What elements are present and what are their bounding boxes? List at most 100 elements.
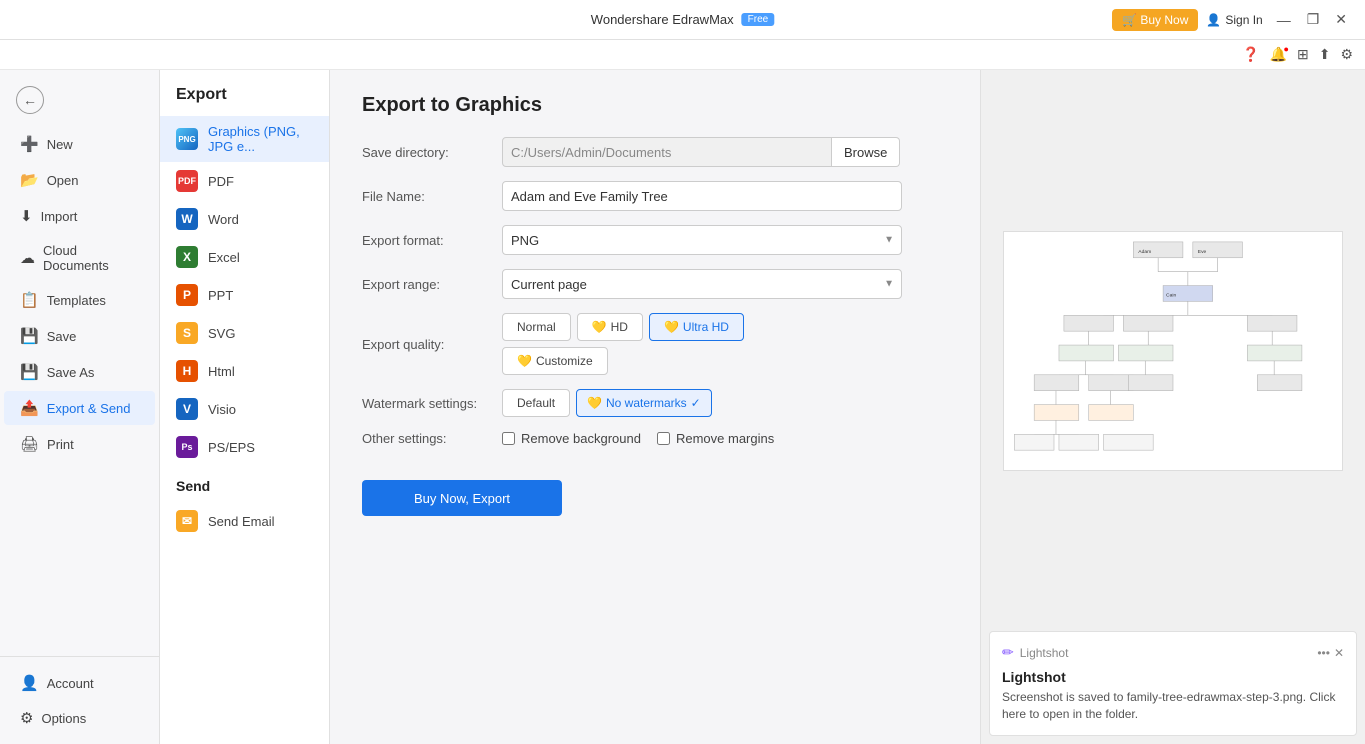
export-button[interactable]: Buy Now, Export bbox=[362, 480, 562, 516]
sidebar-item-cloud[interactable]: ☁ Cloud Documents bbox=[4, 235, 155, 281]
sidebar-item-label-import: Import bbox=[41, 209, 78, 224]
sidebar-item-label-account: Account bbox=[47, 676, 94, 691]
grid-icon[interactable]: ⊞ bbox=[1297, 46, 1309, 63]
sidebar-item-save[interactable]: 💾 Save bbox=[4, 319, 155, 353]
sidebar-item-new[interactable]: ➕ New bbox=[4, 127, 155, 161]
main-content: Export to Graphics Save directory: Brows… bbox=[330, 70, 980, 744]
save-directory-field: Browse bbox=[502, 137, 942, 167]
lightshot-more-button[interactable]: ••• bbox=[1317, 646, 1330, 660]
no-watermarks-label: No watermarks bbox=[606, 396, 687, 410]
sidebar-bottom: 👤 Account ⚙ Options bbox=[0, 656, 159, 736]
sidebar-item-export[interactable]: 📤 Export & Send bbox=[4, 391, 155, 425]
sidebar-item-account[interactable]: 👤 Account bbox=[4, 666, 155, 700]
sidebar-item-save-as[interactable]: 💾 Save As bbox=[4, 355, 155, 389]
export-format-select[interactable]: PNG JPG BMP SVG TIFF bbox=[502, 225, 902, 255]
customize-button[interactable]: 💛 Customize bbox=[502, 347, 608, 375]
sidebar-item-options[interactable]: ⚙ Options bbox=[4, 701, 155, 735]
browse-button[interactable]: Browse bbox=[832, 137, 900, 167]
checkmark-icon: ✓ bbox=[691, 396, 701, 410]
watermark-default-button[interactable]: Default bbox=[502, 389, 570, 417]
notification-icon[interactable]: 🔔● bbox=[1270, 46, 1287, 63]
lightshot-heading: Lightshot bbox=[1002, 669, 1344, 685]
buy-now-button[interactable]: 🛒 Buy Now bbox=[1112, 9, 1198, 31]
export-item-ppt[interactable]: P PPT bbox=[160, 276, 329, 314]
svg-text:Eve: Eve bbox=[1198, 249, 1207, 255]
export-range-row: Export range: Current page All pages Sel… bbox=[362, 269, 948, 299]
quality-ultra-hd-button[interactable]: 💛 Ultra HD bbox=[649, 313, 744, 341]
svg-text:Cain: Cain bbox=[1166, 292, 1176, 298]
titlebar-right: 🛒 Buy Now 👤 Sign In — ❐ ✕ bbox=[1112, 9, 1353, 31]
lightshot-close-button[interactable]: ✕ bbox=[1334, 646, 1344, 660]
export-item-excel[interactable]: X Excel bbox=[160, 238, 329, 276]
ultra-hd-label: Ultra HD bbox=[683, 320, 729, 334]
save-directory-input[interactable] bbox=[502, 137, 832, 167]
export-item-html[interactable]: H Html bbox=[160, 352, 329, 390]
ppt-icon: P bbox=[176, 284, 198, 306]
normal-label: Normal bbox=[517, 320, 556, 334]
export-item-svg[interactable]: S SVG bbox=[160, 314, 329, 352]
export-item-label-visio: Visio bbox=[208, 402, 236, 417]
export-item-graphics[interactable]: PNG Graphics (PNG, JPG e... bbox=[160, 116, 329, 162]
lightshot-actions: ••• ✕ bbox=[1317, 646, 1344, 660]
export-quality-row: Export quality: Normal 💛 HD 💛 Ultra HD bbox=[362, 313, 948, 375]
export-item-email[interactable]: ✉ Send Email bbox=[160, 502, 329, 540]
export-item-label-svg: SVG bbox=[208, 326, 235, 341]
html-icon: H bbox=[176, 360, 198, 382]
export-sidebar: Export PNG Graphics (PNG, JPG e... PDF P… bbox=[160, 70, 330, 744]
lightshot-title-row: ✏ Lightshot bbox=[1002, 644, 1068, 661]
left-sidebar: ← ➕ New 📂 Open ⬇ Import ☁ Cloud Document… bbox=[0, 70, 160, 744]
minimize-button[interactable]: — bbox=[1271, 9, 1297, 30]
titlebar: Wondershare EdrawMax Free 🛒 Buy Now 👤 Si… bbox=[0, 0, 1365, 40]
open-icon: 📂 bbox=[20, 171, 39, 189]
family-tree-svg: Adam Eve Cain bbox=[1004, 232, 1342, 470]
help-icon[interactable]: ❓ bbox=[1242, 46, 1259, 63]
file-name-field bbox=[502, 181, 902, 211]
watermark-label: Watermark settings: bbox=[362, 396, 502, 411]
sidebar-item-open[interactable]: 📂 Open bbox=[4, 163, 155, 197]
sidebar-item-label-new: New bbox=[47, 137, 73, 152]
sidebar-item-import[interactable]: ⬇ Import bbox=[4, 199, 155, 233]
export-item-pdf[interactable]: PDF PDF bbox=[160, 162, 329, 200]
sidebar-item-templates[interactable]: 📋 Templates bbox=[4, 283, 155, 317]
file-name-input[interactable] bbox=[502, 181, 902, 211]
export-item-word[interactable]: W Word bbox=[160, 200, 329, 238]
export-quality-label: Export quality: bbox=[362, 337, 502, 352]
preview-image: Adam Eve Cain bbox=[1003, 231, 1343, 471]
export-item-label-pdf: PDF bbox=[208, 174, 234, 189]
lightshot-app-name: Lightshot bbox=[1020, 646, 1069, 660]
quality-normal-button[interactable]: Normal bbox=[502, 313, 571, 341]
watermark-no-watermarks-button[interactable]: 💛 No watermarks ✓ bbox=[576, 389, 712, 417]
settings-icon[interactable]: ⚙ bbox=[1340, 46, 1353, 63]
export-item-label-graphics: Graphics (PNG, JPG e... bbox=[208, 124, 313, 154]
excel-icon: X bbox=[176, 246, 198, 268]
remove-background-checkbox[interactable] bbox=[502, 432, 515, 445]
export-item-label-excel: Excel bbox=[208, 250, 240, 265]
lightshot-pencil-icon: ✏ bbox=[1002, 644, 1014, 661]
export-item-visio[interactable]: V Visio bbox=[160, 390, 329, 428]
remove-background-label[interactable]: Remove background bbox=[502, 431, 641, 446]
sidebar-item-label-open: Open bbox=[47, 173, 79, 188]
gem-icon: 💛 bbox=[592, 320, 607, 334]
export-item-ps[interactable]: Ps PS/EPS bbox=[160, 428, 329, 466]
gem-icon-2: 💛 bbox=[664, 320, 679, 334]
upload-icon[interactable]: ⬆ bbox=[1319, 46, 1331, 63]
sign-in-button[interactable]: 👤 Sign In bbox=[1206, 13, 1262, 27]
ps-icon: Ps bbox=[176, 436, 198, 458]
templates-icon: 📋 bbox=[20, 291, 39, 309]
visio-icon: V bbox=[176, 398, 198, 420]
export-range-field: Current page All pages Selected pages ▼ bbox=[502, 269, 902, 299]
file-name-row: File Name: bbox=[362, 181, 948, 211]
export-format-label: Export format: bbox=[362, 233, 502, 248]
save-directory-row: Save directory: Browse bbox=[362, 137, 948, 167]
remove-margins-checkbox[interactable] bbox=[657, 432, 670, 445]
sidebar-item-label-print: Print bbox=[47, 437, 74, 452]
export-range-select[interactable]: Current page All pages Selected pages bbox=[502, 269, 902, 299]
hd-label: HD bbox=[611, 320, 628, 334]
remove-margins-label[interactable]: Remove margins bbox=[657, 431, 774, 446]
sidebar-item-print[interactable]: 🖨 Print bbox=[4, 427, 155, 461]
restore-button[interactable]: ❐ bbox=[1301, 9, 1326, 30]
close-button[interactable]: ✕ bbox=[1329, 9, 1353, 30]
quality-hd-button[interactable]: 💛 HD bbox=[577, 313, 643, 341]
back-button[interactable]: ← bbox=[0, 78, 159, 122]
export-item-label-email: Send Email bbox=[208, 514, 274, 529]
